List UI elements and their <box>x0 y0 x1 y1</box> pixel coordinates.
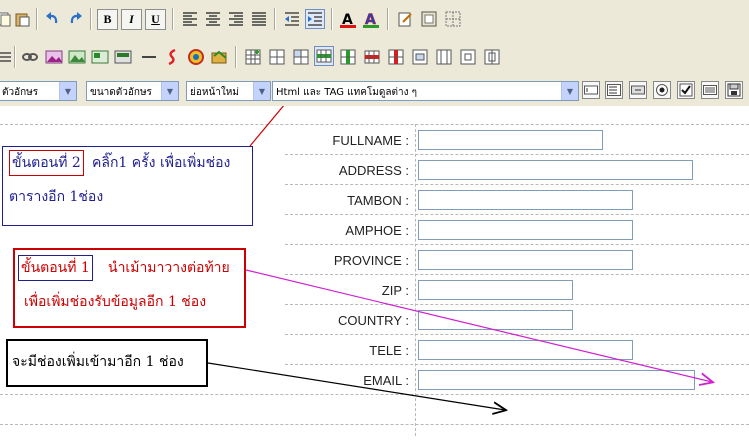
toolbar-separator <box>235 46 237 68</box>
font-select[interactable]: ตัวอักษร ▼ <box>0 81 77 101</box>
redo-icon[interactable] <box>66 9 86 29</box>
button-icon[interactable] <box>629 81 647 99</box>
image4-icon[interactable] <box>113 47 133 67</box>
font-size-select[interactable]: ขนาดตัวอักษร ▼ <box>86 81 179 101</box>
hidden-field-icon[interactable] <box>701 81 719 99</box>
table-props-icon[interactable] <box>267 47 287 67</box>
undo-icon[interactable] <box>42 9 62 29</box>
toolbar-separator <box>14 46 16 68</box>
image3-icon[interactable] <box>90 47 110 67</box>
merge-cells-icon[interactable] <box>410 47 430 67</box>
html-tag-select[interactable]: Html และ TAG แทคโมดูลต่าง ๆ ▼ <box>272 81 579 101</box>
source-icon[interactable] <box>0 47 14 67</box>
flash-icon[interactable] <box>162 47 182 67</box>
font-size-select-value: ขนาดตัวอักษร <box>90 87 152 98</box>
textfield-icon[interactable] <box>582 81 600 99</box>
show-borders-icon[interactable] <box>443 9 463 29</box>
toolbar-separator <box>172 8 174 30</box>
insert-col-icon[interactable] <box>338 47 358 67</box>
toolbar-separator <box>331 8 333 30</box>
checkbox-icon[interactable] <box>677 81 695 99</box>
insert-table-icon[interactable] <box>243 47 263 67</box>
chevron-down-icon: ▼ <box>161 82 178 100</box>
delete-row-icon[interactable] <box>362 47 382 67</box>
italic-button[interactable]: I <box>121 9 142 30</box>
image-icon[interactable] <box>44 47 64 67</box>
chevron-down-icon: ▼ <box>59 82 76 100</box>
cell-props-icon[interactable] <box>291 47 311 67</box>
media-icon[interactable] <box>186 47 206 67</box>
radio-icon[interactable] <box>653 81 671 99</box>
bold-button[interactable]: B <box>97 9 118 30</box>
annotation-arrows <box>207 106 749 448</box>
split-cells-icon[interactable] <box>434 47 454 67</box>
gallery-icon[interactable] <box>210 47 230 67</box>
insert-toolbar <box>0 38 749 75</box>
formatting-toolbar: B I U A A <box>0 0 749 39</box>
chevron-down-icon: ▼ <box>561 82 578 100</box>
result-arrow <box>207 362 505 410</box>
paragraph-select-value: ย่อหน้าใหม่ <box>190 87 239 98</box>
paste-icon[interactable] <box>12 9 32 29</box>
chevron-down-icon: ▼ <box>253 82 270 100</box>
outdent-icon[interactable] <box>282 9 302 29</box>
step1-arrow <box>245 269 712 382</box>
align-right-icon[interactable] <box>226 9 246 29</box>
textarea-icon[interactable] <box>605 81 623 99</box>
image2-icon[interactable] <box>67 47 87 67</box>
link-icon[interactable] <box>20 47 40 67</box>
toolbar-separator <box>90 8 92 30</box>
html-tag-select-value: Html และ TAG แทคโมดูลต่าง ๆ <box>276 87 418 98</box>
insert-form-icon[interactable] <box>419 9 439 29</box>
toolbar-separator <box>36 8 38 30</box>
hr-icon[interactable] <box>139 47 159 67</box>
edit-source-icon[interactable] <box>395 9 415 29</box>
col-props-icon[interactable] <box>482 47 502 67</box>
toolbar-separator <box>274 8 276 30</box>
save-icon[interactable] <box>725 81 743 99</box>
align-left-icon[interactable] <box>180 9 200 29</box>
font-select-value: ตัวอักษร <box>2 87 39 98</box>
row-props-icon[interactable] <box>458 47 478 67</box>
indent-icon[interactable] <box>305 9 325 29</box>
justify-icon[interactable] <box>249 9 269 29</box>
editor-canvas[interactable]: FULLNAME : ADDRESS : TAMBON : AMPHOE : P… <box>0 106 749 448</box>
step2-arrow <box>249 106 285 147</box>
insert-row-icon[interactable] <box>314 46 334 66</box>
paragraph-select[interactable]: ย่อหน้าใหม่ ▼ <box>186 81 271 101</box>
highlight-color-icon[interactable]: A <box>361 9 381 29</box>
align-center-icon[interactable] <box>203 9 223 29</box>
delete-col-icon[interactable] <box>386 47 406 67</box>
text-color-icon[interactable]: A <box>338 9 358 29</box>
toolbar-separator <box>387 8 389 30</box>
underline-button[interactable]: U <box>145 9 166 30</box>
